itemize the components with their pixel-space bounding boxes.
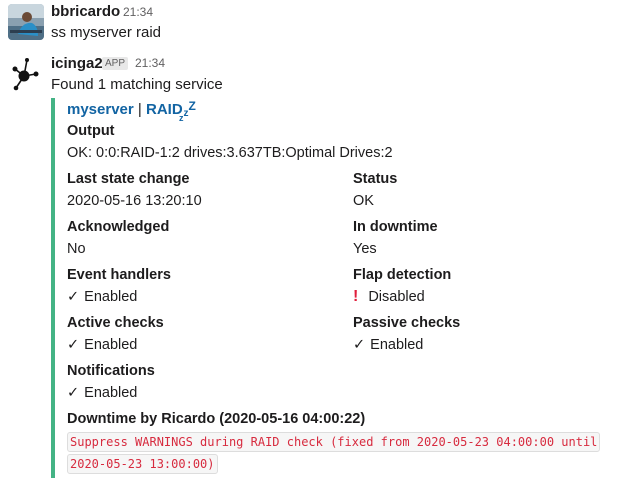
output-value: OK: 0:0:RAID-1:2 drives:3.637TB:Optimal …: [67, 145, 393, 161]
downtime-comment-line-1: Suppress WARNINGS during RAID check (fix…: [67, 432, 601, 452]
checkmark-icon: ✓: [67, 385, 80, 401]
field-title-status: Status: [353, 171, 398, 187]
field-value-notifications: ✓ Enabled: [67, 385, 137, 401]
field-title-acknowledged: Acknowledged: [67, 219, 170, 235]
field-title-last-state-change: Last state change: [67, 171, 190, 187]
field-value-event-handlers: ✓ Enabled: [67, 289, 137, 305]
checkmark-icon: ✓: [67, 289, 80, 305]
message-text: ss myserver raid: [51, 24, 162, 41]
message-text: Found 1 matching service: [51, 76, 223, 93]
checkmark-icon: ✓: [67, 337, 80, 353]
message-bbricardo: bbricardo 21:34 ss myserver raid: [0, 0, 625, 48]
field-value-acknowledged: No: [67, 241, 86, 257]
message-timestamp[interactable]: 21:34: [123, 5, 153, 19]
username[interactable]: bbricardo: [51, 3, 120, 20]
field-value-active-checks: ✓ Enabled: [67, 337, 137, 353]
field-title-flap-detection: Flap detection: [353, 267, 452, 283]
zzz-icon: zzZ: [179, 99, 196, 123]
service-attachment: myserver | RAID zzZ Output OK: 0:0:RAID-…: [51, 98, 615, 478]
output-title: Output: [67, 123, 115, 139]
field-title-event-handlers: Event handlers: [67, 267, 171, 283]
app-badge: APP: [102, 57, 129, 70]
downtime-title: Downtime by Ricardo (2020-05-16 04:00:22…: [67, 411, 366, 427]
flap-detection-value-text: Disabled: [368, 289, 425, 305]
field-title-active-checks: Active checks: [67, 315, 164, 331]
field-title-notifications: Notifications: [67, 363, 155, 379]
field-value-passive-checks: ✓ Enabled: [353, 337, 423, 353]
message-timestamp[interactable]: 21:34: [135, 56, 165, 70]
downtime-comment-line-2: 2020-05-23 13:00:00): [67, 454, 218, 474]
notifications-value-text: Enabled: [84, 385, 138, 401]
field-value-status: OK: [353, 193, 374, 209]
field-title-in-downtime: In downtime: [353, 219, 438, 235]
title-separator: |: [137, 101, 142, 118]
exclamation-icon: !: [353, 288, 359, 305]
event-handlers-value-text: Enabled: [84, 289, 138, 305]
service-link[interactable]: RAID: [146, 101, 183, 118]
icinga-logo-avatar[interactable]: [8, 56, 44, 92]
user-avatar[interactable]: [8, 4, 44, 40]
username[interactable]: icinga2: [51, 55, 103, 72]
field-value-last-state-change: 2020-05-16 13:20:10: [67, 193, 202, 209]
message-icinga2: icinga2 APP 21:34 Found 1 matching servi…: [0, 50, 625, 497]
active-checks-value-text: Enabled: [84, 337, 138, 353]
passive-checks-value-text: Enabled: [370, 337, 424, 353]
attachment-title: myserver | RAID: [67, 101, 183, 118]
field-value-flap-detection: ! Disabled: [353, 288, 425, 306]
field-title-passive-checks: Passive checks: [353, 315, 461, 331]
host-link[interactable]: myserver: [67, 101, 134, 118]
checkmark-icon: ✓: [353, 337, 366, 353]
field-value-in-downtime: Yes: [353, 241, 377, 257]
